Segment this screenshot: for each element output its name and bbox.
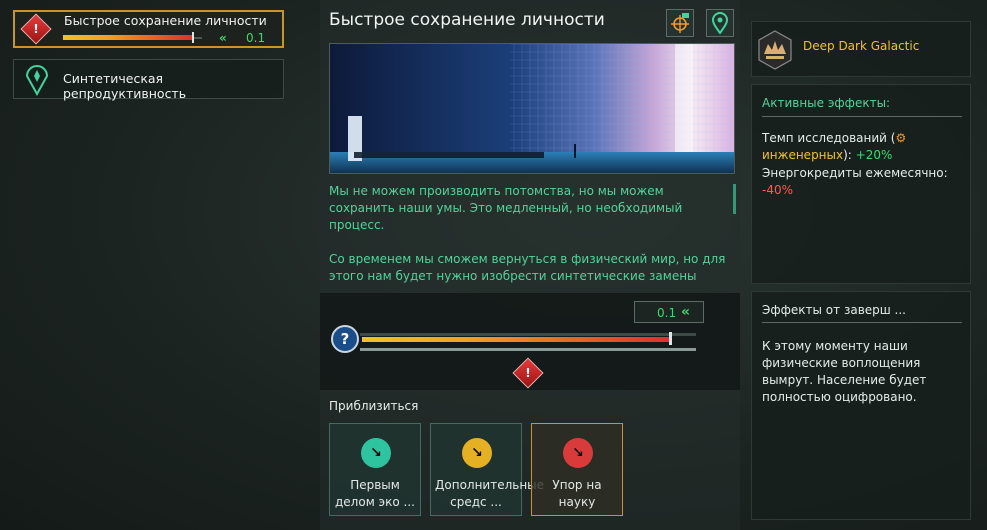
active-effects-panel: Активные эффекты: Темп исследований (⚙ и…	[751, 84, 971, 284]
approach-card-label: Дополнительные средс ...	[435, 478, 545, 509]
locate-button[interactable]	[706, 9, 734, 37]
approach-arrow-icon: ↘	[563, 438, 593, 468]
map-pin-icon	[711, 12, 729, 34]
approach-arrow-icon: ↘	[462, 438, 492, 468]
target-planet-button[interactable]	[666, 9, 694, 37]
effect-research-speed: Темп исследований (⚙ инженерных): +20%	[762, 131, 907, 162]
situation-item-synthetic-reproduction[interactable]: Синтетическая репродуктивность	[13, 59, 284, 101]
active-effects-header: Активные эффекты:	[762, 96, 891, 110]
completion-effects-text: К этому моменту наши физические воплощен…	[762, 339, 927, 404]
situation-progress-bar	[63, 35, 192, 40]
slider-track-top	[360, 333, 696, 336]
situation-description: Мы не можем производить потомства, но мы…	[329, 183, 729, 302]
description-paragraph: Со временем мы сможем вернуться в физиче…	[329, 252, 726, 283]
approach-arrow-icon: ↘	[361, 438, 391, 468]
crosshair-icon	[671, 13, 689, 33]
approach-card-economy[interactable]: ↘ Первым делом эко ...	[329, 423, 421, 516]
approach-card-label: Первым делом эко ...	[335, 478, 415, 509]
completion-effects-header: Эффекты от заверш ...	[762, 303, 906, 317]
effect-energy-credits: Энергокредиты ежемесячно: -40%	[762, 166, 948, 197]
situation-banner-image	[329, 43, 735, 174]
approach-card-label: Упор на науку	[552, 478, 602, 509]
description-paragraph: Мы не можем производить потомства, но мы…	[329, 184, 683, 232]
slider-progress-bar	[362, 337, 670, 342]
progress-rate-box: 0.1 «	[634, 301, 704, 323]
approach-card-additional-funds[interactable]: ↘ Дополнительные средс ...	[430, 423, 545, 516]
approach-label: Приблизиться	[329, 399, 419, 413]
slider-track-bottom	[360, 348, 696, 351]
progress-marker	[192, 32, 194, 43]
double-chevron-left-icon: «	[219, 31, 227, 45]
empire-emblem-icon	[758, 30, 792, 70]
divider	[762, 116, 962, 117]
situation-title: Синтетическая репродуктивность	[63, 71, 187, 101]
situation-value: 0.1	[246, 31, 266, 45]
situation-item-rapid-preservation[interactable]: ! Быстрое сохранение личности « 0.1	[13, 10, 284, 48]
slider-marker[interactable]	[669, 332, 672, 345]
empire-name: Deep Dark Galactic	[803, 39, 920, 53]
page-title: Быстрое сохранение личности	[329, 10, 605, 30]
divider	[762, 322, 962, 323]
double-chevron-left-icon: «	[681, 304, 691, 320]
empire-panel[interactable]: Deep Dark Galactic	[751, 21, 971, 77]
situation-title: Быстрое сохранение личности	[64, 13, 267, 28]
approach-card-science[interactable]: ↘ Упор на науку	[531, 423, 623, 516]
completion-effects-panel: Эффекты от заверш ... К этому моменту на…	[751, 291, 971, 520]
synthetic-marker-icon	[25, 65, 49, 96]
engineering-gear-icon: ⚙	[895, 131, 907, 145]
description-scrollbar[interactable]	[733, 184, 736, 214]
progress-rate-value: 0.1	[657, 306, 677, 320]
help-question-icon[interactable]: ?	[331, 325, 359, 353]
warning-diamond-icon: !	[20, 13, 52, 45]
